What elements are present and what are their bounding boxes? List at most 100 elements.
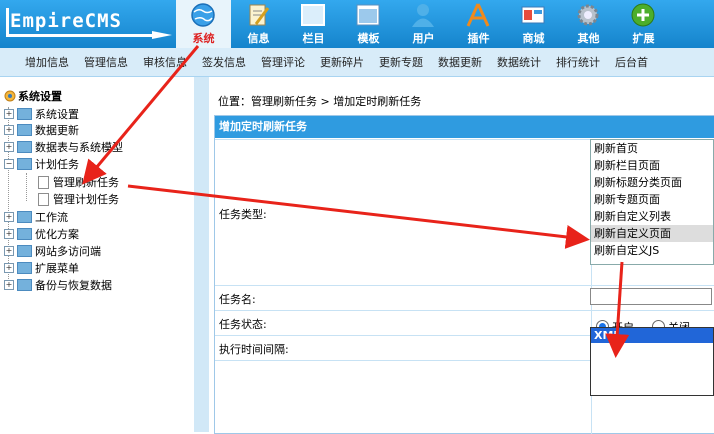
compass-tool-icon: [466, 3, 490, 27]
folder-icon: [17, 228, 32, 240]
folder-open-icon: [17, 158, 32, 170]
topnav-label: 用户: [412, 32, 435, 45]
expand-plus-icon[interactable]: +: [4, 280, 14, 290]
topnav-user[interactable]: 用户: [396, 0, 451, 48]
task-type-option-selected[interactable]: 刷新自定义页面: [591, 225, 713, 242]
expand-plus-icon[interactable]: +: [4, 246, 14, 256]
breadcrumb-separator: >: [317, 95, 334, 108]
breadcrumb-current: 增加定时刷新任务: [333, 95, 422, 108]
tree-item-label: 数据更新: [35, 124, 79, 137]
topnav-other[interactable]: 其他: [561, 0, 616, 48]
sub-menu: 增加信息 管理信息 审核信息 签发信息 管理评论 更新碎片 更新专题 数据更新 …: [0, 48, 714, 77]
topnav-label: 插件: [467, 32, 490, 45]
top-nav: 系统 信息 栏目 模板 用户 插件 商城 其他 扩展: [176, 0, 671, 48]
topnav-shop[interactable]: 商城: [506, 0, 561, 48]
topnav-label: 系统: [192, 32, 215, 45]
tree-root[interactable]: 系统设置: [4, 88, 62, 104]
tree-item-manage-refresh-tasks[interactable]: 管理刷新任务: [38, 174, 119, 190]
task-type-listbox[interactable]: 刷新首页 刷新栏目页面 刷新标题分类页面 刷新专题页面 刷新自定义列表 刷新自定…: [590, 139, 714, 265]
document-icon: [38, 175, 49, 189]
task-type-option[interactable]: 刷新首页: [591, 140, 713, 157]
task-type-label: 任务类型:: [219, 208, 267, 221]
task-status-label: 任务状态:: [219, 318, 267, 331]
topnav-info[interactable]: 信息: [231, 0, 286, 48]
expand-plus-icon[interactable]: +: [4, 142, 14, 152]
window-icon: [301, 4, 325, 26]
expand-plus-icon[interactable]: +: [4, 263, 14, 273]
tree-item-label: 数据表与系统模型: [35, 141, 123, 154]
template-icon: [356, 4, 380, 26]
logo-arrow-icon: [152, 31, 172, 39]
topnav-label: 栏目: [302, 32, 325, 45]
form-title: 增加定时刷新任务: [215, 116, 714, 138]
collapse-minus-icon[interactable]: −: [4, 159, 14, 169]
breadcrumb: 位置：管理刷新任务 > 增加定时刷新任务: [218, 93, 421, 109]
task-type-option[interactable]: 刷新自定义列表: [591, 208, 713, 225]
tree-item-label: 系统设置: [35, 108, 79, 121]
expand-plus-icon[interactable]: +: [4, 229, 14, 239]
task-name-input[interactable]: [590, 288, 712, 305]
submenu-review-info[interactable]: 审核信息: [135, 54, 194, 70]
submenu-add-info[interactable]: 增加信息: [0, 54, 76, 70]
settings-root-icon: [4, 90, 16, 102]
tree-item-backup[interactable]: + 备份与恢复数据: [4, 277, 112, 293]
tree-item-scheduled-tasks[interactable]: − 计划任务: [4, 156, 79, 172]
pane-splitter[interactable]: [194, 77, 209, 432]
tree-item-label: 管理刷新任务: [53, 176, 119, 189]
interval-label: 执行时间间隔:: [219, 343, 289, 356]
tree-item-multi-access[interactable]: + 网站多访问端: [4, 243, 101, 259]
submenu-admin-home[interactable]: 后台首: [607, 54, 655, 70]
expand-plus-icon[interactable]: +: [4, 212, 14, 222]
task-name-label: 任务名:: [219, 293, 256, 306]
topnav-label: 模板: [357, 32, 380, 45]
submenu-update-fragments[interactable]: 更新碎片: [312, 54, 371, 70]
user-icon: [412, 4, 434, 27]
expand-plus-icon[interactable]: +: [4, 109, 14, 119]
tree-item-data-update[interactable]: + 数据更新: [4, 122, 79, 138]
xml-option-selected[interactable]: XML: [591, 328, 713, 343]
submenu-update-topics[interactable]: 更新专题: [371, 54, 430, 70]
tree-item-label: 计划任务: [35, 158, 79, 171]
topnav-template[interactable]: 模板: [341, 0, 396, 48]
topnav-label: 扩展: [632, 32, 655, 45]
empirecms-logo[interactable]: EmpireCMS: [6, 6, 172, 40]
tree-item-optimization[interactable]: + 优化方案: [4, 226, 79, 242]
topnav-system[interactable]: 系统: [176, 0, 231, 48]
tree-item-label: 备份与恢复数据: [35, 279, 112, 292]
breadcrumb-link[interactable]: 管理刷新任务: [251, 95, 317, 108]
submenu-manage-comments[interactable]: 管理评论: [253, 54, 312, 70]
expand-plus-icon[interactable]: +: [4, 125, 14, 135]
folder-icon: [17, 141, 32, 153]
submenu-rank-stats[interactable]: 排行统计: [548, 54, 607, 70]
gear-icon: [577, 4, 599, 26]
topnav-label: 信息: [247, 32, 270, 45]
folder-icon: [17, 245, 32, 257]
topnav-extend[interactable]: 扩展: [616, 0, 671, 48]
topnav-column[interactable]: 栏目: [286, 0, 341, 48]
submenu-data-update[interactable]: 数据更新: [430, 54, 489, 70]
topnav-label: 其他: [577, 32, 600, 45]
tree-guide-line: [26, 173, 27, 201]
folder-icon: [17, 108, 32, 120]
folder-icon: [17, 279, 32, 291]
topnav-plugin[interactable]: 插件: [451, 0, 506, 48]
submenu-manage-info[interactable]: 管理信息: [76, 54, 135, 70]
xml-listbox[interactable]: XML: [590, 327, 714, 396]
tree-item-workflow[interactable]: + 工作流: [4, 209, 68, 225]
shop-icon: [521, 6, 545, 24]
tree-item-label: 网站多访问端: [35, 245, 101, 258]
plus-icon: [631, 3, 655, 27]
tree-item-extend-menu[interactable]: + 扩展菜单: [4, 260, 79, 276]
tree-item-system-settings[interactable]: + 系统设置: [4, 106, 79, 122]
task-type-option[interactable]: 刷新标题分类页面: [591, 174, 713, 191]
tree-item-manage-scheduled-tasks[interactable]: 管理计划任务: [38, 191, 119, 207]
globe-icon: [191, 3, 215, 27]
task-type-option[interactable]: 刷新专题页面: [591, 191, 713, 208]
notepad-icon: [249, 4, 270, 26]
submenu-sign-info[interactable]: 签发信息: [194, 54, 253, 70]
main-content: 位置：管理刷新任务 > 增加定时刷新任务 增加定时刷新任务 任务类型: 任务名:…: [210, 77, 714, 434]
submenu-data-stats[interactable]: 数据统计: [489, 54, 548, 70]
task-type-option[interactable]: 刷新自定义JS: [591, 242, 713, 259]
task-type-option[interactable]: 刷新栏目页面: [591, 157, 713, 174]
tree-item-data-tables[interactable]: + 数据表与系统模型: [4, 139, 123, 155]
